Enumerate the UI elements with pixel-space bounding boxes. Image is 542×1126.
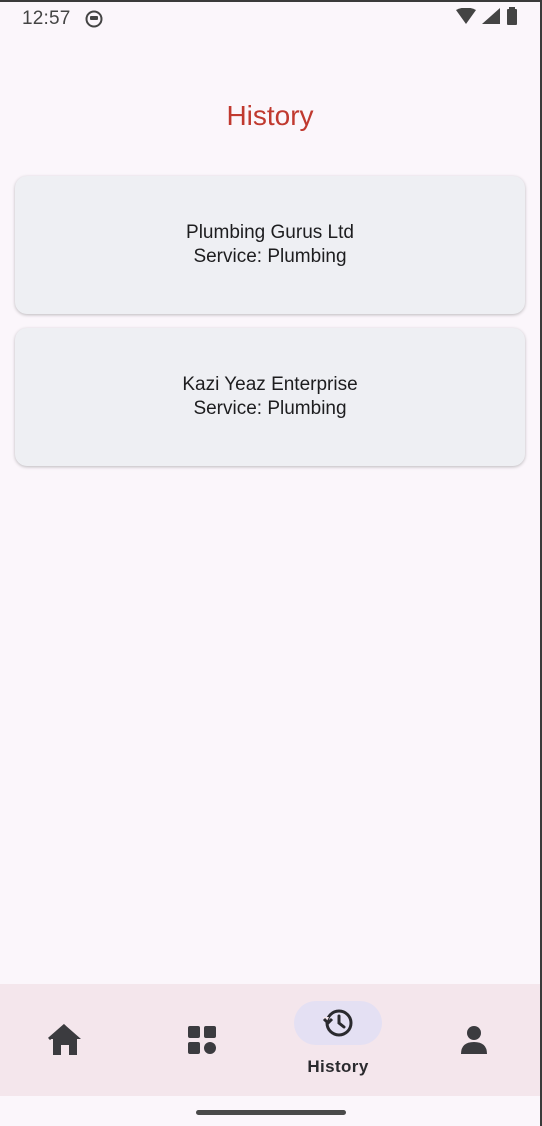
history-card[interactable]: Plumbing Gurus Ltd Service: Plumbing [15, 176, 525, 314]
nav-history-label: History [307, 1057, 369, 1076]
history-card[interactable]: Kazi Yeaz Enterprise Service: Plumbing [15, 328, 525, 466]
person-icon [454, 1020, 494, 1060]
app-notification-icon [85, 10, 103, 28]
status-time: 12:57 [22, 8, 71, 29]
page-title: History [226, 100, 314, 131]
service-type: Service: Plumbing [193, 398, 347, 419]
home-icon [45, 1020, 85, 1060]
service-type: Service: Plumbing [193, 246, 347, 267]
nav-home[interactable] [25, 984, 105, 1096]
history-icon [294, 1001, 382, 1045]
signal-icon [482, 8, 500, 30]
grid-icon [182, 1020, 222, 1060]
nav-profile[interactable] [434, 984, 514, 1096]
provider-name: Kazi Yeaz Enterprise [182, 374, 358, 395]
app-screen: 12:57 History Plumbing Gurus Ltd Service… [0, 0, 542, 1126]
bottom-navigation: History [0, 984, 540, 1096]
wifi-icon [456, 7, 476, 30]
battery-icon [506, 7, 518, 31]
provider-name: Plumbing Gurus Ltd [186, 222, 354, 243]
status-bar: 12:57 [0, 2, 540, 36]
gesture-handle[interactable] [196, 1110, 346, 1115]
nav-services[interactable] [162, 984, 242, 1096]
nav-history[interactable]: History [288, 984, 388, 1096]
